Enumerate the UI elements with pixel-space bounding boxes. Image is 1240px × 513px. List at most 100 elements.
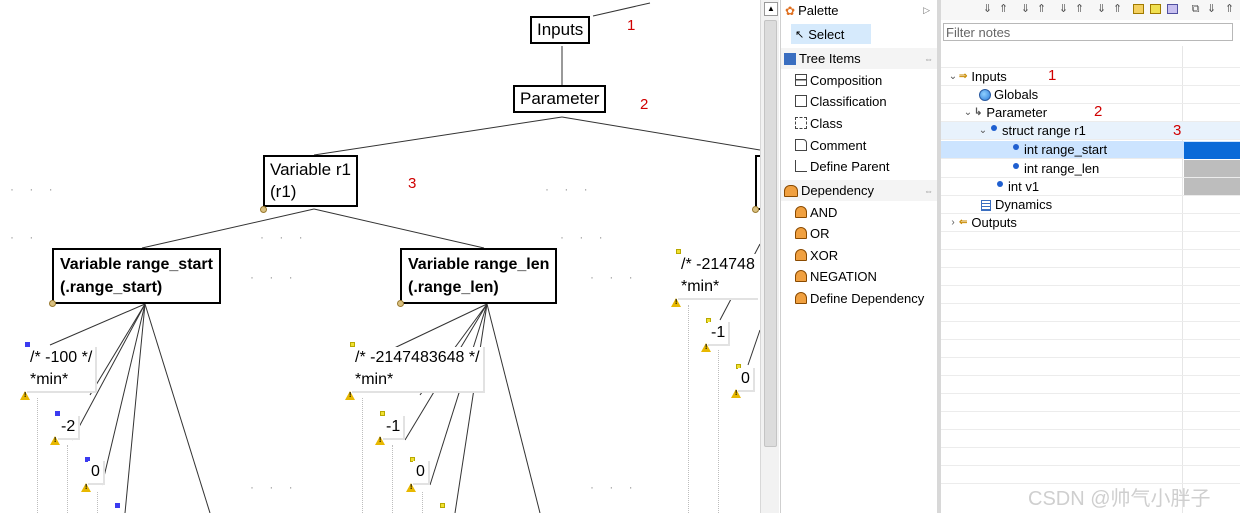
notes-toolbar: ⇓ ⇑ ⇓ ⇑ ⇓ ⇑ ⇓ ⇑ ⧉ ⇓ ⇑ xyxy=(941,0,1240,20)
class-start-v2[interactable]: 0 xyxy=(88,461,105,485)
class-v1-v1[interactable]: -1 xyxy=(708,322,731,346)
filter-notes-input[interactable]: Filter notes xyxy=(943,23,1233,41)
palette-drawer-tree-items[interactable]: Tree Items ⇔ xyxy=(781,48,938,69)
class-len-v1[interactable]: -1 xyxy=(383,416,406,440)
node-range-start-alias: (.range_start) xyxy=(60,279,163,296)
tree-item-range-start[interactable]: int range_start xyxy=(1011,141,1107,159)
tree-item-label: Inputs xyxy=(971,69,1007,84)
class-label: /* -100 */ xyxy=(30,349,93,366)
color-cell-selected[interactable] xyxy=(1184,142,1240,159)
toolbar-icon-2[interactable]: ⇑ xyxy=(997,3,1010,16)
toolbar-color-icon-2[interactable] xyxy=(1150,4,1161,14)
list-icon xyxy=(981,199,991,211)
node-badge-icon xyxy=(752,206,759,213)
scrollbar-thumb[interactable] xyxy=(764,20,777,447)
palette-title: Palette xyxy=(798,3,839,18)
dotted-guide xyxy=(392,445,393,513)
tree-item-label: Globals xyxy=(994,87,1039,102)
tree-item-dynamics[interactable]: Dynamics xyxy=(981,196,1052,214)
annotation-2: 2 xyxy=(640,96,649,113)
palette-item-and[interactable]: AND xyxy=(795,202,837,222)
palette-item-label: Classification xyxy=(810,93,887,109)
palette-item-define-dependency[interactable]: Define Dependency xyxy=(795,288,924,308)
grid-dots: · · · xyxy=(10,182,59,196)
class-len-min[interactable]: /* -2147483648 */ *min* xyxy=(352,347,485,393)
inputs-arrow-icon: ⇒ xyxy=(959,71,968,82)
annotation-1: 1 xyxy=(627,17,636,34)
toolbar-icon-10[interactable]: ⇓ xyxy=(1205,3,1218,16)
warning-icon xyxy=(345,391,355,400)
warning-icon xyxy=(375,436,385,445)
tree-item-label: int range_len xyxy=(1024,161,1100,176)
toolbar-icon-5[interactable]: ⇓ xyxy=(1057,3,1070,16)
class-start-min[interactable]: /* -100 */ *min* xyxy=(27,347,98,393)
tree-item-label: struct range r1 xyxy=(1002,123,1086,138)
node-variable-r1[interactable]: Variable r1 (r1) xyxy=(263,155,358,207)
palette-drawer-dependency[interactable]: Dependency ⇔ xyxy=(781,180,938,201)
chevron-down-icon[interactable]: ⌄ xyxy=(977,122,989,140)
drawer-label: Dependency xyxy=(801,183,874,198)
node-inputs[interactable]: Inputs xyxy=(530,16,591,44)
palette-item-define-parent[interactable]: Define Parent xyxy=(795,156,890,176)
palette-item-label: Define Parent xyxy=(810,158,890,174)
palette-item-label: Define Dependency xyxy=(810,290,925,306)
toolbar-icon-7[interactable]: ⇓ xyxy=(1095,3,1108,16)
pin-icon[interactable]: ⇔ xyxy=(924,54,933,64)
toolbar-icon-11[interactable]: ⇑ xyxy=(1223,3,1236,16)
tree-item-outputs[interactable]: › ⇐ Outputs xyxy=(947,214,1017,232)
warning-icon xyxy=(50,436,60,445)
collapse-arrow-icon[interactable]: ▷ xyxy=(923,5,930,16)
palette-item-or[interactable]: OR xyxy=(795,223,830,243)
toolbar-icon-9[interactable]: ⧉ xyxy=(1189,3,1202,16)
dependency-icon xyxy=(784,184,798,197)
xor-icon xyxy=(795,249,807,261)
color-cell[interactable] xyxy=(1184,178,1240,195)
palette-item-xor[interactable]: XOR xyxy=(795,245,838,265)
toolbar-icon-8[interactable]: ⇑ xyxy=(1111,3,1124,16)
toolbar-icon-4[interactable]: ⇑ xyxy=(1035,3,1048,16)
palette-item-negation[interactable]: NEGATION xyxy=(795,266,877,286)
color-cell[interactable] xyxy=(1184,160,1240,177)
canvas-scrollbar[interactable]: ▲ xyxy=(760,0,779,513)
toolbar-color-icon-1[interactable] xyxy=(1133,4,1144,14)
dotted-guide xyxy=(688,305,689,513)
tree-item-globals[interactable]: Globals xyxy=(979,86,1038,104)
palette-item-composition[interactable]: Composition xyxy=(795,70,882,90)
warning-icon xyxy=(20,391,30,400)
palette-item-label: Composition xyxy=(810,72,883,88)
tree-item-range-len[interactable]: int range_len xyxy=(1011,160,1099,178)
field-dot-icon xyxy=(997,181,1003,187)
tree-item-struct-range-r1[interactable]: ⌄ struct range r1 xyxy=(977,122,1086,140)
chevron-right-icon[interactable]: › xyxy=(947,214,959,232)
class-marker-icon xyxy=(440,503,445,508)
palette-item-classification[interactable]: Classification xyxy=(795,91,887,111)
scroll-up-icon[interactable]: ▲ xyxy=(764,2,778,16)
annotation-3: 3 xyxy=(408,175,417,192)
outputs-arrow-icon: ⇐ xyxy=(959,217,968,228)
tree-editor-canvas[interactable]: · · · · · · · · · · · · · · · · · · · · … xyxy=(0,0,760,513)
palette-select-tool[interactable]: ↖ Select xyxy=(791,24,871,44)
class-v1-min[interactable]: /* -214748 *min* xyxy=(678,254,758,300)
class-start-v1[interactable]: -2 xyxy=(58,416,81,440)
toolbar-icon-1[interactable]: ⇓ xyxy=(981,3,994,16)
warning-icon xyxy=(731,389,741,398)
tree-item-v1[interactable]: int v1 xyxy=(995,178,1039,196)
palette-item-comment[interactable]: Comment xyxy=(795,135,866,155)
node-parameter[interactable]: Parameter xyxy=(513,85,607,113)
class-len-v2[interactable]: 0 xyxy=(413,461,430,485)
tree-item-parameter[interactable]: ⌄ ↳ Parameter xyxy=(962,104,1047,122)
chevron-down-icon[interactable]: ⌄ xyxy=(947,68,959,86)
palette-item-class[interactable]: Class xyxy=(795,113,843,133)
toolbar-color-icon-3[interactable] xyxy=(1167,4,1178,14)
chevron-down-icon[interactable]: ⌄ xyxy=(962,104,974,122)
pin-icon[interactable]: ⇔ xyxy=(924,186,933,196)
toolbar-icon-3[interactable]: ⇓ xyxy=(1019,3,1032,16)
tree-item-inputs[interactable]: ⌄ ⇒ Inputs xyxy=(947,68,1007,86)
grid-dots: · · · xyxy=(250,270,299,284)
node-variable-range-len[interactable]: Variable range_len (.range_len) xyxy=(400,248,558,304)
cursor-arrow-icon: ↖ xyxy=(795,28,805,41)
node-variable-range-start[interactable]: Variable range_start (.range_start) xyxy=(52,248,221,304)
palette-header[interactable]: ✿ Palette ▷ xyxy=(781,0,938,21)
negation-icon xyxy=(795,270,807,282)
toolbar-icon-6[interactable]: ⇑ xyxy=(1073,3,1086,16)
